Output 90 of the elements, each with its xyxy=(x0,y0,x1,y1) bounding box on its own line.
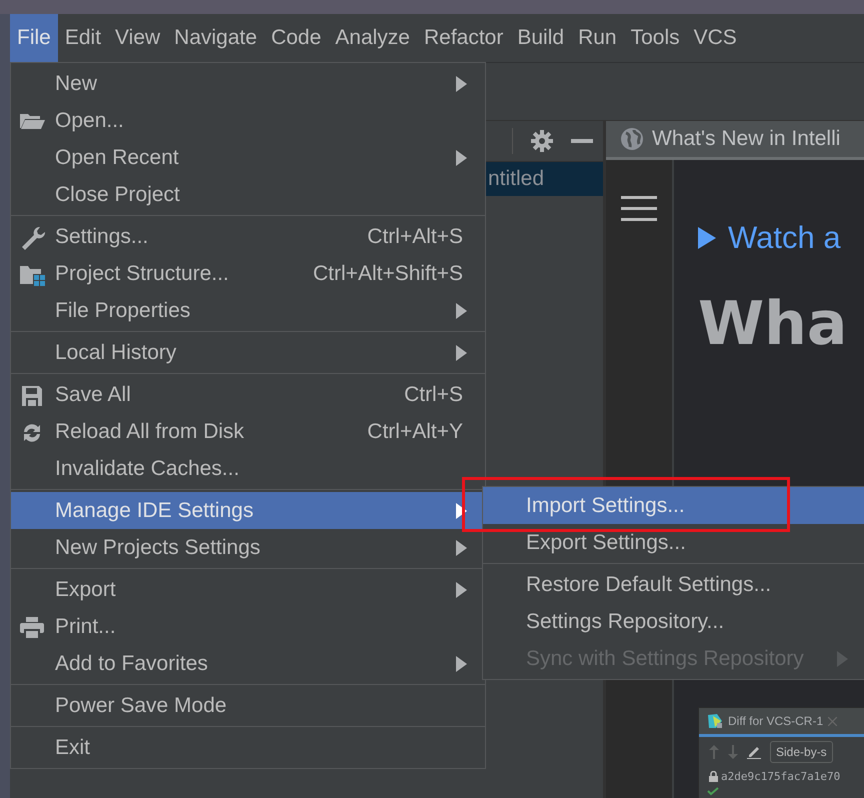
menu-item-label: Export Settings... xyxy=(526,530,687,554)
menu-icon xyxy=(621,196,657,222)
pencil-icon xyxy=(747,745,761,759)
menu-item[interactable]: File Properties xyxy=(11,292,485,329)
submenu-arrow-icon xyxy=(456,76,467,92)
globe-icon xyxy=(620,127,644,151)
menu-item[interactable]: Reload All from Disk Ctrl+Alt+Y xyxy=(11,413,485,450)
submenu-arrow-icon xyxy=(837,650,848,666)
settings-icon xyxy=(531,130,553,152)
submenu-arrow-icon xyxy=(456,150,467,166)
video-link[interactable]: Watch a xyxy=(728,220,841,256)
diff-tab[interactable]: Diff for VCS-CR-1 xyxy=(699,708,864,737)
menu-bar-item[interactable]: View xyxy=(108,14,168,62)
menu-item[interactable]: Exit xyxy=(11,729,485,766)
shortcut-label: Ctrl+S xyxy=(404,382,463,406)
menu-item-label: Open Recent xyxy=(55,146,180,170)
menu-item[interactable]: Settings... Ctrl+Alt+S xyxy=(11,218,485,255)
revision-hash: a2de9c175fac7a1e70 xyxy=(721,770,840,782)
shortcut-label: Ctrl+Alt+Shift+S xyxy=(313,262,463,286)
menu-item-label: File Properties xyxy=(55,298,192,322)
menu-bar-item[interactable]: Tools xyxy=(624,14,687,62)
menu-item[interactable]: Export Settings... xyxy=(483,524,864,561)
menu-item-label: Local History xyxy=(55,340,178,364)
menu-item-label: Print... xyxy=(55,614,117,638)
menu-item[interactable]: Close Project xyxy=(11,176,485,213)
menu-item-label: Power Save Mode xyxy=(55,694,228,718)
submenu-arrow-icon xyxy=(456,302,467,318)
menu-item[interactable]: Settings Repository... xyxy=(483,603,864,640)
menu-bar-item[interactable]: Edit xyxy=(58,14,108,62)
menu-bar-item[interactable]: Refactor xyxy=(416,14,510,62)
menu-item[interactable]: Project Structure... Ctrl+Alt+Shift+S xyxy=(11,255,485,292)
menu-item-label: Import Settings... xyxy=(526,494,686,518)
menu-item-label: Reload All from Disk xyxy=(55,420,246,444)
menu-bar-item[interactable]: Code xyxy=(264,14,328,62)
editor-tab[interactable]: What's New in Intelli xyxy=(606,121,864,160)
up-arrow-icon xyxy=(709,745,719,759)
close-icon xyxy=(828,716,838,726)
menu-item-label: Manage IDE Settings xyxy=(55,498,254,522)
check-icon xyxy=(707,787,719,796)
menu-item[interactable]: Manage IDE Settings xyxy=(11,492,485,529)
menu-item[interactable]: Power Save Mode xyxy=(11,687,485,724)
lock-icon xyxy=(709,770,718,782)
menu-bar-item[interactable]: Build xyxy=(510,14,572,62)
menu-item[interactable]: Import Settings... xyxy=(483,487,864,524)
menu-bar-item[interactable]: File xyxy=(10,14,58,62)
menu-item[interactable]: Add to Favorites xyxy=(11,645,485,682)
menu-bar-item[interactable]: Navigate xyxy=(167,14,264,62)
play-icon xyxy=(698,227,716,249)
printer-icon xyxy=(19,615,45,641)
shortcut-label: Ctrl+Alt+Y xyxy=(367,420,463,444)
menu-item-label: Project Structure... xyxy=(55,262,230,286)
submenu-arrow-icon xyxy=(456,502,467,518)
minimize-icon xyxy=(571,139,593,143)
submenu-arrow-icon xyxy=(456,582,467,598)
submenu-arrow-icon xyxy=(456,344,467,360)
menu-item[interactable]: Export xyxy=(11,571,485,608)
menu-bar-item[interactable]: Analyze xyxy=(328,14,417,62)
menu-item-label: Export xyxy=(55,578,117,602)
menu-item[interactable]: New xyxy=(11,65,485,102)
diff-app-icon xyxy=(707,713,723,729)
menu-item-label: Settings Repository... xyxy=(526,610,726,634)
menu-item-label: Add to Favorites xyxy=(55,652,209,676)
page-heading: Wha xyxy=(698,294,848,354)
menu-item-label: Invalidate Caches... xyxy=(55,456,240,480)
tab-title: Diff for VCS-CR-1 xyxy=(728,714,824,728)
menu-item-label: Restore Default Settings... xyxy=(526,572,772,596)
menu-item-label: Close Project xyxy=(55,182,181,206)
menu-item[interactable]: Print... xyxy=(11,608,485,645)
menu-item[interactable]: Invalidate Caches... xyxy=(11,450,485,487)
menu-item-label: New Projects Settings xyxy=(55,536,262,560)
menu-item[interactable]: Open Recent xyxy=(11,139,485,176)
submenu-arrow-icon xyxy=(456,656,467,672)
menu-item[interactable]: New Projects Settings xyxy=(11,529,485,566)
shortcut-label: Ctrl+Alt+S xyxy=(367,224,463,248)
menu-bar-item[interactable]: Run xyxy=(571,14,624,62)
menu-item[interactable]: Open... xyxy=(11,102,485,139)
menu-bar-item[interactable]: VCS xyxy=(686,14,744,62)
down-arrow-icon xyxy=(728,745,738,759)
menu-item-label: Save All xyxy=(55,382,132,406)
tab-title: What's New in Intelli xyxy=(652,127,840,151)
menu-item-label: New xyxy=(55,72,98,96)
menu-item-label: Settings... xyxy=(55,224,150,248)
submenu-arrow-icon xyxy=(456,540,467,556)
save-icon xyxy=(19,383,45,409)
menu-item[interactable]: Restore Default Settings... xyxy=(483,566,864,603)
menu-item[interactable]: Save All Ctrl+S xyxy=(11,376,485,413)
view-mode-dropdown[interactable]: Side-by-s xyxy=(770,741,833,763)
menu-item-label: Exit xyxy=(55,736,92,760)
menu-item-label: Open... xyxy=(55,108,125,132)
menu-item[interactable]: Local History xyxy=(11,334,485,371)
